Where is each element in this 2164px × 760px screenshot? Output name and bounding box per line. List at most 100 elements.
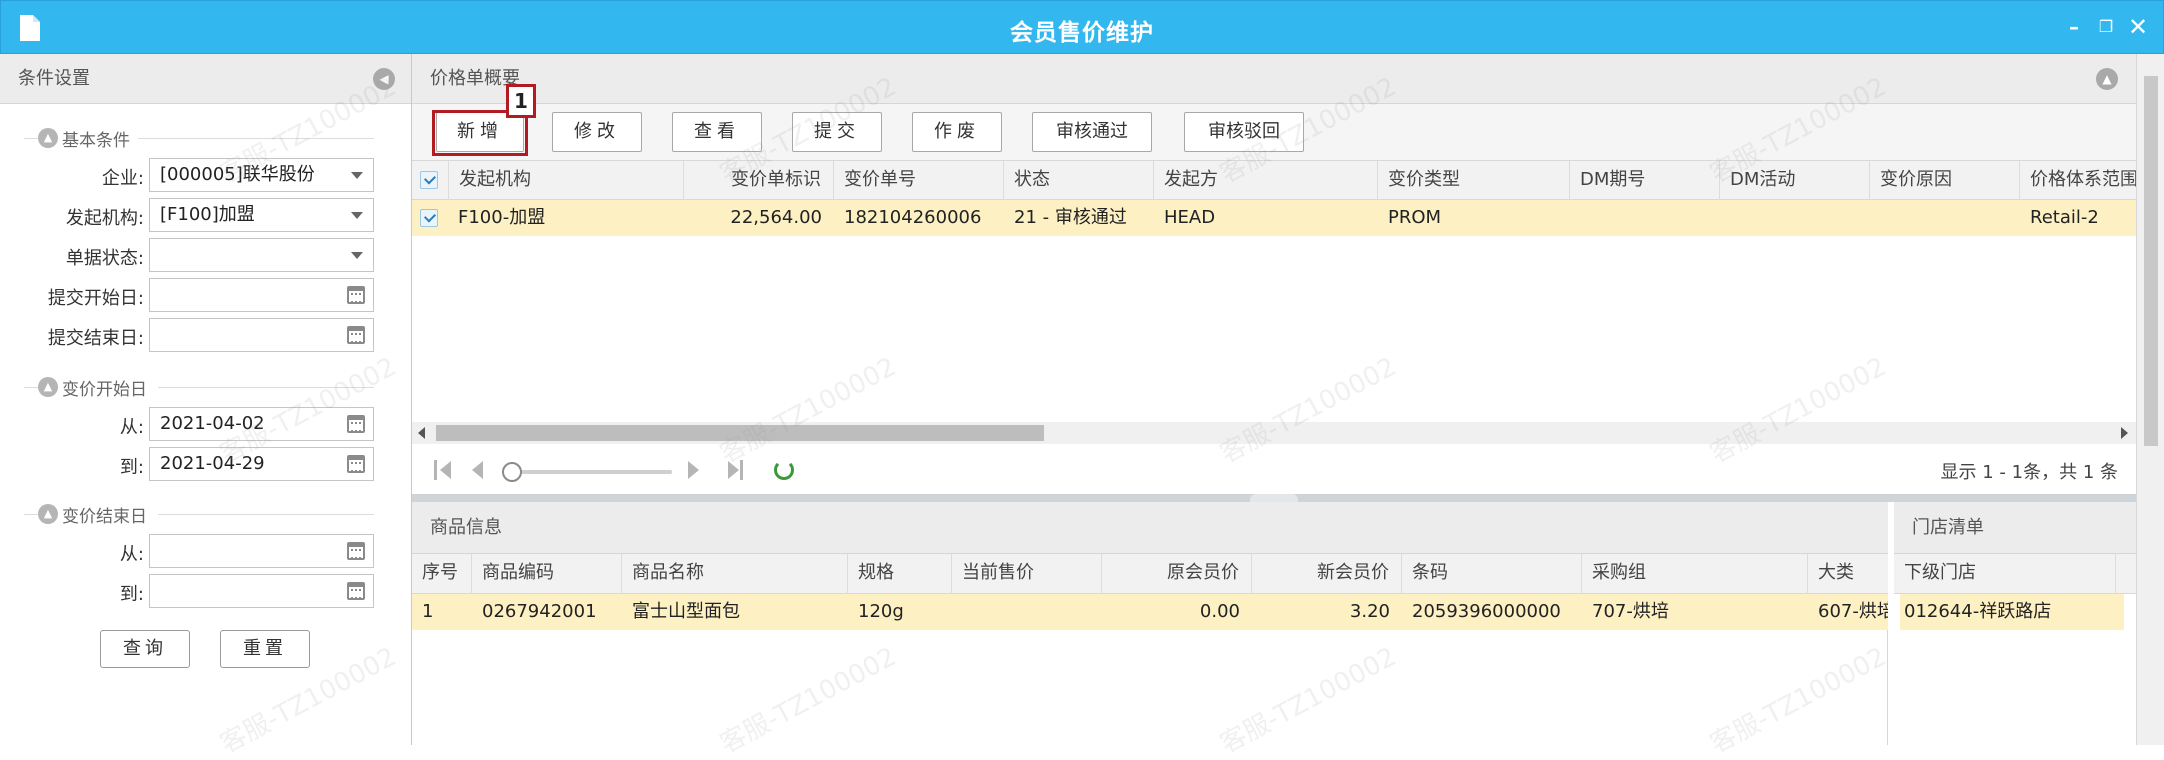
org-select[interactable]: [F100]加盟 [149, 198, 374, 232]
dropdown-arrow-icon[interactable] [351, 212, 363, 219]
field-label: 单据状态: [65, 248, 144, 269]
col-header[interactable]: 新会员价 [1252, 554, 1402, 594]
col-header[interactable]: 商品编码 [472, 554, 622, 594]
panel-splitter[interactable] [412, 494, 2136, 502]
goods-grid-header: 序号 商品编码 商品名称 规格 当前售价 原会员价 新会员价 条码 采购组 大类 [412, 554, 1888, 594]
submit-start-date-input[interactable] [149, 278, 374, 312]
cell: 富士山型面包 [632, 601, 740, 622]
col-header[interactable]: 采购组 [1582, 554, 1808, 594]
cell: PROM [1388, 207, 1442, 228]
next-page-icon[interactable] [688, 461, 699, 479]
pager: 显示 1 - 1条，共 1 条 [412, 444, 2136, 494]
page-slider-knob[interactable] [502, 462, 522, 482]
prev-page-icon[interactable] [472, 461, 483, 479]
window-title: 会员售价维护 [1010, 20, 1154, 46]
enterprise-value: [000005]联华股份 [160, 164, 315, 185]
page-slider-track[interactable] [512, 470, 672, 474]
toolbar: 新增 修改 查看 提交 作废 审核通过 审核驳回 [412, 104, 2136, 160]
col-header[interactable]: 商品名称 [622, 554, 848, 594]
group-price-end[interactable]: ▲ 变价结束日 [38, 504, 147, 527]
scroll-left-icon[interactable] [418, 427, 425, 439]
scroll-right-icon[interactable] [2121, 427, 2128, 439]
col-header[interactable]: 大类 [1808, 554, 1888, 594]
vertical-scrollbar[interactable] [2136, 54, 2164, 745]
goods-panel: 商品信息 序号 商品编码 商品名称 规格 当前售价 原会员价 新会员价 条码 采… [412, 502, 1888, 745]
status-select[interactable] [149, 238, 374, 272]
dropdown-arrow-icon[interactable] [351, 172, 363, 179]
reject-button[interactable]: 审核驳回 [1184, 112, 1304, 152]
scroll-thumb[interactable] [436, 425, 1044, 441]
field-label: 从: [119, 544, 144, 565]
horizontal-scrollbar[interactable] [412, 422, 2136, 444]
start-to-date-input[interactable]: 2021-04-29 [149, 447, 374, 481]
col-header[interactable]: 序号 [412, 554, 472, 594]
store-header: 门店清单 [1894, 502, 2136, 554]
calendar-icon[interactable] [347, 542, 365, 560]
restore-icon[interactable]: ❐ [2093, 14, 2119, 40]
last-page-icon[interactable] [728, 461, 739, 479]
splitter-grip-icon[interactable] [1250, 494, 1298, 502]
col-header[interactable]: 价格体系范围 [2020, 161, 2136, 201]
col-header[interactable]: 变价单标识 [684, 161, 834, 201]
collapse-group-icon[interactable]: ▲ [38, 377, 58, 397]
title-bar: 会员售价维护 – ❐ ✕ [0, 0, 2164, 54]
col-header[interactable]: 发起机构 [448, 161, 684, 201]
start-from-date-input[interactable]: 2021-04-02 [149, 407, 374, 441]
enterprise-select[interactable]: [000005]联华股份 [149, 158, 374, 192]
calendar-icon[interactable] [347, 582, 365, 600]
table-row[interactable]: 012644-祥跃路店 [1900, 594, 2124, 630]
col-header[interactable]: 发起方 [1154, 161, 1378, 201]
submit-button[interactable]: 提交 [792, 112, 882, 152]
collapse-left-icon[interactable]: ◀ [373, 68, 395, 90]
col-header[interactable]: 当前售价 [952, 554, 1102, 594]
submit-end-date-input[interactable] [149, 318, 374, 352]
reset-button[interactable]: 重置 [220, 630, 310, 668]
group-basic[interactable]: ▲ 基本条件 [38, 128, 130, 151]
minimize-icon[interactable]: – [2061, 14, 2087, 40]
condition-panel: 条件设置 ◀ ▲ 基本条件 企业: [000005]联华股份 发起机构: [F1… [0, 54, 412, 745]
table-row[interactable]: 1 0267942001 富士山型面包 120g 0.00 3.20 20593… [412, 594, 1888, 630]
col-header[interactable]: 变价类型 [1378, 161, 1570, 201]
col-header[interactable]: DM活动 [1720, 161, 1870, 201]
cell: HEAD [1164, 207, 1216, 228]
annotation-badge: 1 [506, 84, 536, 118]
collapse-group-icon[interactable]: ▲ [38, 128, 58, 148]
cell: 0267942001 [482, 601, 597, 622]
collapse-summary-icon[interactable]: ▲ [2096, 68, 2118, 90]
table-row[interactable]: F100-加盟 22,564.00 182104260006 21 - 审核通过… [412, 200, 2136, 236]
edit-button[interactable]: 修改 [552, 112, 642, 152]
cell [952, 594, 1102, 630]
refresh-icon[interactable] [774, 460, 794, 480]
calendar-icon[interactable] [347, 286, 365, 304]
calendar-icon[interactable] [347, 415, 365, 433]
col-header[interactable]: 变价单号 [834, 161, 1004, 201]
row-checkbox[interactable] [420, 209, 438, 227]
close-icon[interactable]: ✕ [2125, 14, 2151, 40]
scroll-thumb[interactable] [2144, 76, 2158, 446]
col-header[interactable]: DM期号 [1570, 161, 1720, 201]
store-grid-header: 下级门店 [1894, 554, 2136, 594]
col-header[interactable]: 条码 [1402, 554, 1582, 594]
approve-button[interactable]: 审核通过 [1032, 112, 1152, 152]
condition-panel-title: 条件设置 [18, 68, 90, 89]
store-title: 门店清单 [1912, 517, 1984, 538]
col-header[interactable]: 规格 [848, 554, 952, 594]
select-all-checkbox[interactable] [420, 171, 438, 189]
query-button[interactable]: 查询 [100, 630, 190, 668]
calendar-icon[interactable] [347, 455, 365, 473]
dropdown-arrow-icon[interactable] [351, 252, 363, 259]
col-header[interactable]: 变价原因 [1870, 161, 2020, 201]
col-header[interactable]: 状态 [1004, 161, 1154, 201]
cell: 3.20 [1349, 601, 1390, 622]
end-from-date-input[interactable] [149, 534, 374, 568]
group-price-start[interactable]: ▲ 变价开始日 [38, 377, 147, 400]
calendar-icon[interactable] [347, 326, 365, 344]
end-to-date-input[interactable] [149, 574, 374, 608]
view-button[interactable]: 查看 [672, 112, 762, 152]
void-button[interactable]: 作废 [912, 112, 1002, 152]
col-header[interactable]: 下级门店 [1894, 554, 2116, 594]
first-page-icon[interactable] [440, 461, 451, 479]
field-row-submit-end: 提交结束日: [0, 318, 412, 352]
collapse-group-icon[interactable]: ▲ [38, 504, 58, 524]
col-header[interactable]: 原会员价 [1102, 554, 1252, 594]
